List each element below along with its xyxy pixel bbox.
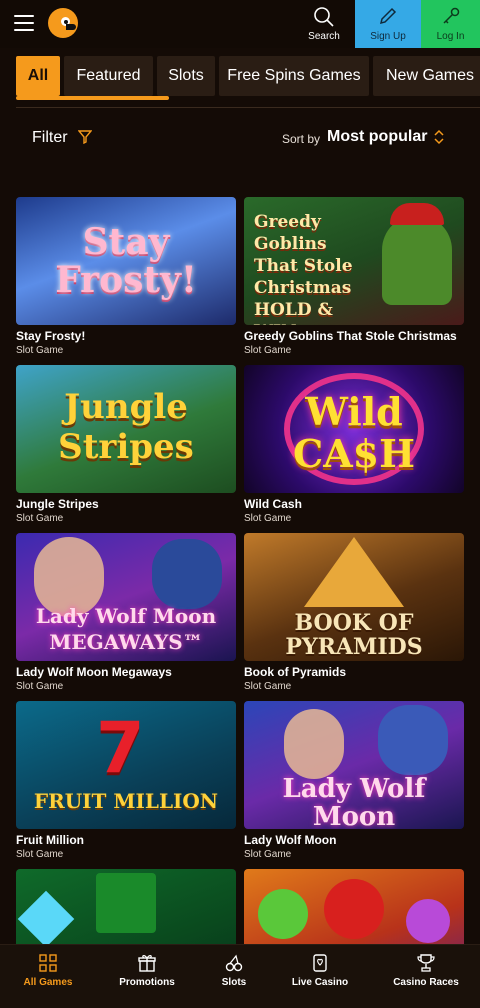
game-type: Slot Game [244, 513, 292, 524]
game-title: Lady Wolf Moon [244, 833, 337, 847]
tab-free-spins-games[interactable]: Free Spins Games [219, 56, 369, 96]
category-tabs: All Featured Slots Free Spins Games New … [0, 56, 480, 100]
game-title: Lady Wolf Moon Megaways [16, 665, 172, 679]
game-art-text: Jungle Stripes [58, 387, 194, 467]
game-title: Wild Cash [244, 497, 302, 511]
nav-label: Casino Races [393, 977, 459, 988]
game-title: Fruit Million [16, 833, 84, 847]
search-button[interactable]: Search [296, 0, 352, 48]
nav-label: Slots [221, 977, 247, 988]
tab-active-indicator [16, 96, 169, 100]
game-card[interactable]: Stay Frosty! Stay Frosty! Slot Game [16, 197, 236, 356]
game-card[interactable]: Lady Wolf Moon MEGAWAYS™ Lady Wolf Moon … [16, 533, 236, 692]
game-art-text: Stay Frosty! [55, 221, 197, 301]
game-type: Slot Game [16, 513, 64, 524]
filter-button[interactable]: Filter [32, 129, 68, 147]
monster-red [324, 879, 384, 939]
wolf-figure [378, 705, 448, 775]
seven-symbol: 7 [96, 707, 145, 789]
top-header: Search Sign Up Log In [0, 0, 480, 48]
game-card[interactable]: Lady Wolf Moon Lady Wolf Moon Slot Game [244, 701, 464, 860]
game-card[interactable]: Wild CA$H Wild Cash Slot Game [244, 365, 464, 524]
duck-logo-icon[interactable] [48, 8, 78, 38]
game-thumbnail[interactable]: Stay Frosty! [16, 197, 236, 325]
game-card[interactable]: BOOK OF PYRAMIDS Book of Pyramids Slot G… [244, 533, 464, 692]
nav-casino-races[interactable]: Casino Races [392, 945, 460, 1008]
game-thumbnail[interactable]: BOOK OF PYRAMIDS [244, 533, 464, 661]
tab-new-games[interactable]: New Games [373, 56, 480, 96]
signup-label: Sign Up [370, 31, 406, 42]
login-label: Log In [436, 31, 465, 42]
game-title: Jungle Stripes [16, 497, 99, 511]
game-title: Stay Frosty! [16, 329, 86, 343]
game-type: Slot Game [16, 681, 64, 692]
game-type: Slot Game [16, 849, 64, 860]
game-art-text: Greedy Goblins That Stole Christmas HOLD… [254, 212, 353, 325]
leprechaun-hat [96, 873, 156, 933]
game-title: Book of Pyramids [244, 665, 347, 679]
gift-icon [138, 955, 156, 972]
game-thumbnail[interactable]: Lady Wolf Moon MEGAWAYS™ [16, 533, 236, 661]
game-thumbnail[interactable]: 7 FRUIT MILLION [16, 701, 236, 829]
game-card[interactable]: Jungle Stripes Jungle Stripes Slot Game [16, 365, 236, 524]
game-art-text: BOOK OF PYRAMIDS [285, 610, 423, 660]
lady-figure [284, 709, 344, 779]
filter-icon[interactable] [78, 130, 92, 144]
pencil-icon [379, 7, 397, 25]
nav-live-casino[interactable]: Live Casino [288, 945, 352, 1008]
cherries-icon [225, 954, 243, 972]
nav-label: Promotions [119, 977, 175, 988]
game-art-text: Lady Wolf Moon [282, 774, 426, 829]
game-thumbnail[interactable]: Lady Wolf Moon [244, 701, 464, 829]
key-icon [442, 7, 459, 24]
game-thumbnail[interactable]: Greedy Goblins That Stole Christmas HOLD… [244, 197, 464, 325]
game-type: Slot Game [244, 345, 292, 356]
card-icon [313, 954, 327, 972]
signup-button[interactable]: Sign Up [355, 0, 421, 48]
nav-slots[interactable]: Slots [212, 945, 256, 1008]
nav-promotions[interactable]: Promotions [112, 945, 182, 1008]
sort-by-label: Sort by [282, 132, 321, 146]
game-art-text: Lady Wolf Moon MEGAWAYS™ [35, 604, 217, 654]
search-label: Search [308, 31, 340, 42]
game-art-text: Wild CA$H [292, 389, 416, 476]
grid-icon [39, 954, 57, 972]
diamond-symbol [17, 890, 75, 948]
tab-slots[interactable]: Slots [157, 56, 215, 96]
monster-green [258, 889, 308, 939]
sort-dropdown[interactable]: Most popular [327, 128, 427, 146]
goblin-figure [382, 215, 452, 305]
game-thumbnail[interactable]: Wild CA$H [244, 365, 464, 493]
pyramid-shape [304, 537, 404, 607]
divider [16, 107, 480, 108]
login-button[interactable]: Log In [421, 0, 480, 48]
monster-purple [406, 899, 450, 943]
bottom-navigation: All Games Promotions Slots Live Casino C… [0, 944, 480, 1008]
game-title: Greedy Goblins That Stole Christmas [244, 329, 457, 343]
search-icon [314, 7, 334, 27]
tab-featured[interactable]: Featured [64, 56, 153, 96]
nav-label: Live Casino [291, 977, 349, 988]
wolf-figure [152, 539, 222, 609]
tab-all[interactable]: All [16, 56, 60, 96]
game-card[interactable]: 7 FRUIT MILLION Fruit Million Slot Game [16, 701, 236, 860]
game-card[interactable]: Greedy Goblins That Stole Christmas HOLD… [244, 197, 464, 356]
trophy-icon [417, 954, 435, 972]
sort-chevrons-icon[interactable] [433, 129, 445, 145]
nav-label: All Games [23, 977, 73, 988]
hamburger-icon[interactable] [14, 15, 34, 31]
game-type: Slot Game [16, 345, 64, 356]
nav-all-games[interactable]: All Games [16, 945, 80, 1008]
game-type: Slot Game [244, 849, 292, 860]
game-thumbnail[interactable]: Jungle Stripes [16, 365, 236, 493]
game-art-text: FRUIT MILLION [33, 789, 219, 813]
santa-hat [390, 203, 444, 225]
game-type: Slot Game [244, 681, 292, 692]
